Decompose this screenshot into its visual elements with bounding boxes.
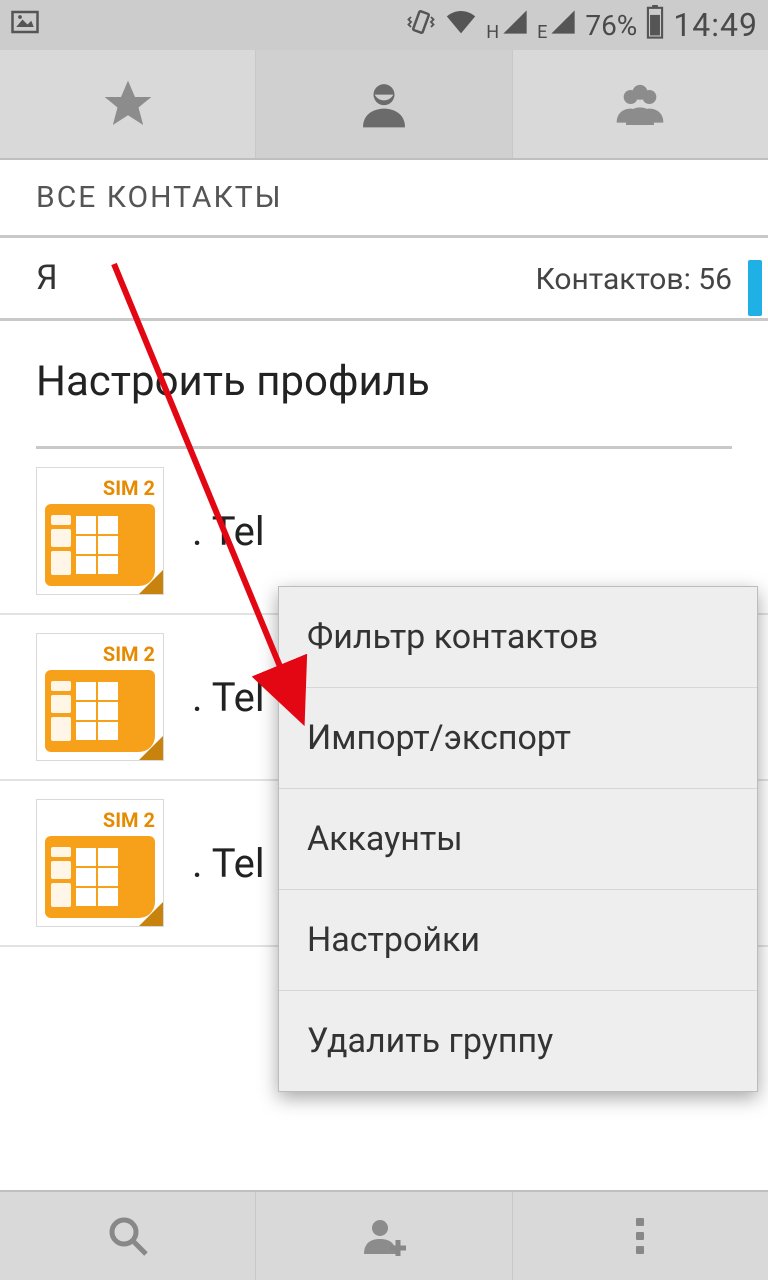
status-bar: H E 76% 14:49 (0, 0, 768, 50)
sim-icon: SIM 2 (36, 467, 164, 595)
group-icon (612, 76, 668, 132)
me-label: Я (36, 258, 58, 298)
search-icon (104, 1212, 152, 1260)
tab-groups[interactable] (513, 50, 768, 158)
contacts-count: Контактов: 56 (535, 262, 732, 297)
search-button[interactable] (0, 1192, 256, 1280)
person-icon (356, 76, 412, 132)
add-person-icon (360, 1212, 408, 1260)
menu-import-export[interactable]: Импорт/экспорт (279, 688, 757, 789)
contact-name: . Tel (192, 840, 265, 887)
network-e-label: E (537, 22, 547, 43)
menu-settings[interactable]: Настройки (279, 890, 757, 991)
clock: 14:49 (673, 6, 758, 44)
battery-icon (645, 5, 665, 46)
signal-1-icon (501, 8, 529, 43)
sim-icon: SIM 2 (36, 633, 164, 761)
wifi-icon (444, 5, 478, 46)
add-contact-button[interactable] (256, 1192, 512, 1280)
menu-accounts[interactable]: Аккаунты (279, 789, 757, 890)
contact-name: . Tel (192, 508, 265, 555)
gallery-icon (10, 7, 40, 44)
main-content: ВСЕ КОНТАКТЫ Я Контактов: 56 Настроить п… (0, 160, 768, 1190)
me-row: Я Контактов: 56 (0, 238, 768, 321)
vibrate-icon (406, 7, 436, 44)
sim-label: SIM 2 (45, 476, 155, 500)
top-tab-bar (0, 50, 768, 160)
section-header: ВСЕ КОНТАКТЫ (0, 160, 768, 238)
setup-profile-link[interactable]: Настроить профиль (0, 321, 768, 446)
overflow-button[interactable] (513, 1192, 768, 1280)
network-h-label: H (486, 22, 499, 43)
sim-label: SIM 2 (45, 642, 155, 666)
bottom-toolbar (0, 1190, 768, 1280)
battery-text: 76% (585, 9, 637, 42)
overflow-menu: Фильтр контактов Импорт/экспорт Аккаунты… (278, 586, 758, 1092)
scroll-indicator[interactable] (748, 260, 762, 316)
contact-name: . Tel (192, 674, 265, 721)
star-icon (100, 76, 156, 132)
menu-filter-contacts[interactable]: Фильтр контактов (279, 587, 757, 688)
overflow-icon (636, 1218, 644, 1254)
tab-contacts[interactable] (256, 50, 512, 158)
sim-icon: SIM 2 (36, 799, 164, 927)
menu-delete-group[interactable]: Удалить группу (279, 991, 757, 1091)
signal-2-icon (549, 8, 577, 43)
tab-favorites[interactable] (0, 50, 256, 158)
sim-label: SIM 2 (45, 808, 155, 832)
